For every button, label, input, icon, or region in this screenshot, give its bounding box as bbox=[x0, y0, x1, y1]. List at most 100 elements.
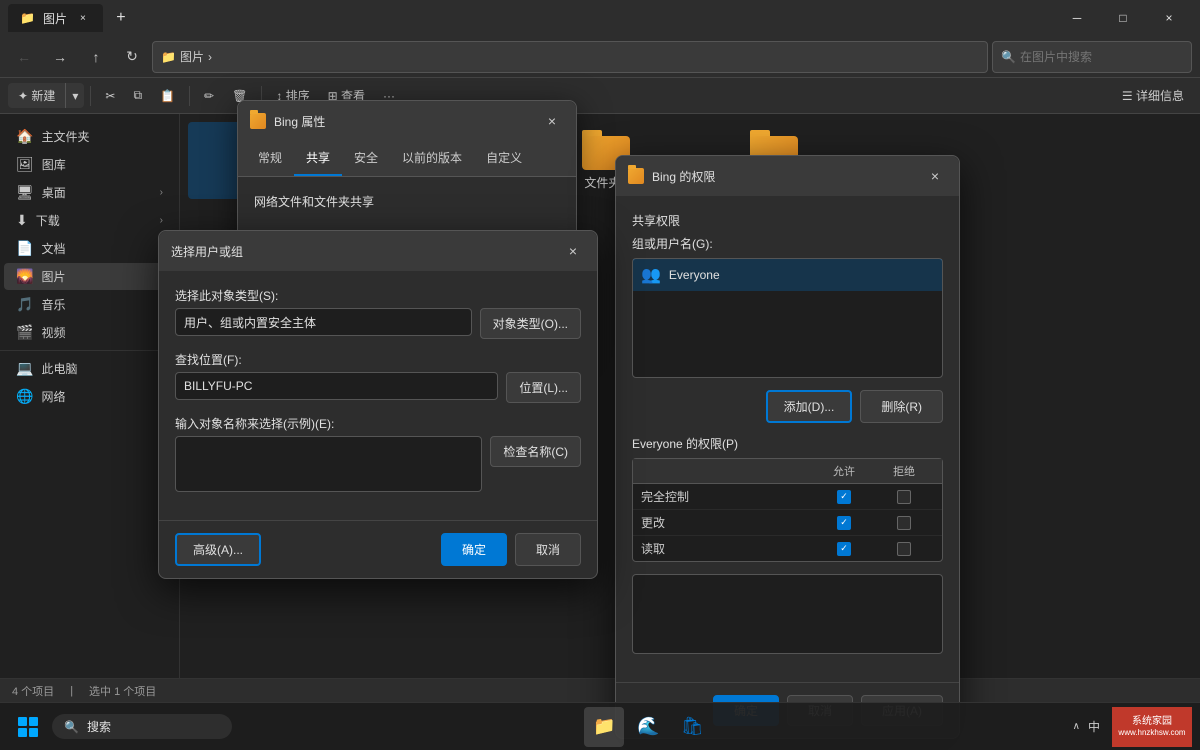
gallery-icon: 🖼 bbox=[16, 156, 34, 173]
cut-btn[interactable]: ✂ bbox=[97, 85, 123, 107]
dialog-bing-permissions: Bing 的权限 × 共享权限 组或用户名(G): 👥 Everyone 添加(… bbox=[615, 155, 960, 739]
perm-name-read: 读取 bbox=[641, 540, 814, 557]
perm-user-everyone[interactable]: 👥 Everyone bbox=[633, 259, 942, 291]
sidebar-item-documents[interactable]: 📄 文档 › bbox=[4, 235, 175, 262]
location-input[interactable] bbox=[175, 372, 498, 400]
advanced-btn[interactable]: 高级(A)... bbox=[175, 533, 261, 566]
start-btn[interactable] bbox=[8, 707, 48, 747]
check-name-btn[interactable]: 检查名称(C) bbox=[490, 436, 581, 467]
perm-full-allow-cell[interactable]: ✓ bbox=[814, 490, 874, 504]
sidebar-item-thispc[interactable]: 💻 此电脑 › bbox=[4, 355, 175, 382]
perm-full-deny-cell[interactable] bbox=[874, 490, 934, 504]
tab-general[interactable]: 常规 bbox=[246, 141, 294, 176]
tab-customize[interactable]: 自定义 bbox=[474, 141, 534, 176]
object-type-btn[interactable]: 对象类型(O)... bbox=[480, 308, 581, 339]
windows-icon bbox=[18, 717, 38, 737]
tray-chevron[interactable]: ∧ bbox=[1073, 721, 1080, 732]
perm-group-list[interactable]: 👥 Everyone bbox=[632, 258, 943, 378]
close-btn[interactable]: × bbox=[1146, 4, 1192, 32]
ribbon-sep-1 bbox=[90, 86, 91, 106]
tab-close-btn[interactable]: × bbox=[75, 10, 91, 26]
downloads-icon: ⬇ bbox=[16, 212, 28, 229]
sidebar-item-videos[interactable]: 🎬 视频 › bbox=[4, 319, 175, 346]
bing-prop-titlebar: Bing 属性 × bbox=[238, 101, 576, 141]
new-arrow-btn[interactable]: ▾ bbox=[66, 85, 84, 107]
perm-full-allow-checkbox[interactable]: ✓ bbox=[837, 490, 851, 504]
perm-empty-area bbox=[632, 574, 943, 654]
search-bar[interactable]: 🔍 bbox=[992, 41, 1192, 73]
taskbar-search-btn[interactable]: 🔍 搜索 bbox=[52, 714, 232, 739]
perm-read-deny-checkbox[interactable] bbox=[897, 542, 911, 556]
tab-share[interactable]: 共享 bbox=[294, 141, 342, 176]
tab-previous[interactable]: 以前的版本 bbox=[390, 141, 474, 176]
perm-change-allow-cell[interactable]: ✓ bbox=[814, 516, 874, 530]
nav-back-btn[interactable]: ← bbox=[8, 41, 40, 73]
status-count: 4 个项目 bbox=[12, 683, 54, 699]
bing-prop-title-icon bbox=[250, 113, 266, 129]
tab-pictures[interactable]: 📁 图片 × bbox=[8, 4, 103, 32]
perm-read-allow-checkbox[interactable]: ✓ bbox=[837, 542, 851, 556]
tab-security[interactable]: 安全 bbox=[342, 141, 390, 176]
perm-table: 允许 拒绝 完全控制 ✓ 更改 ✓ bbox=[632, 458, 943, 562]
sidebar-item-network[interactable]: 🌐 网络 › bbox=[4, 383, 175, 410]
select-user-content: 选择此对象类型(S): 对象类型(O)... 查找位置(F): 位置(L)...… bbox=[159, 271, 597, 520]
search-input[interactable] bbox=[1020, 50, 1183, 64]
select-user-cancel-btn[interactable]: 取消 bbox=[515, 533, 581, 566]
sidebar-item-home-label: 主文件夹 bbox=[41, 128, 89, 145]
address-bar[interactable]: 📁 图片 › bbox=[152, 41, 988, 73]
watermark-line1: 系统家园 bbox=[1118, 716, 1185, 728]
select-user-close-btn[interactable]: × bbox=[561, 239, 585, 263]
name-input[interactable] bbox=[175, 436, 482, 492]
sidebar-item-music[interactable]: 🎵 音乐 › bbox=[4, 291, 175, 318]
thispc-icon: 💻 bbox=[16, 360, 33, 377]
sidebar-item-downloads-label: 下载 bbox=[36, 212, 60, 229]
home-icon: 🏠 bbox=[16, 128, 33, 145]
user-group-icon: 👥 bbox=[641, 265, 661, 285]
perm-user-everyone-label: Everyone bbox=[669, 268, 720, 282]
location-label: 查找位置(F): bbox=[175, 351, 581, 368]
name-row: 检查名称(C) bbox=[175, 436, 581, 492]
new-tab-btn[interactable]: + bbox=[107, 4, 135, 32]
sidebar-item-desktop[interactable]: 🖥 桌面 › bbox=[4, 179, 175, 206]
perm-full-deny-checkbox[interactable] bbox=[897, 490, 911, 504]
cut-icon: ✂ bbox=[105, 89, 115, 103]
perm-titlebar: Bing 的权限 × bbox=[616, 156, 959, 196]
taskbar-store-btn[interactable]: 🛍 bbox=[672, 707, 712, 747]
new-main-btn[interactable]: ✦ 新建 bbox=[8, 83, 66, 108]
object-type-input[interactable] bbox=[175, 308, 472, 336]
perm-remove-btn[interactable]: 删除(R) bbox=[860, 390, 943, 423]
bing-prop-close-btn[interactable]: × bbox=[540, 109, 564, 133]
minimize-btn[interactable]: ─ bbox=[1054, 4, 1100, 32]
paste-btn[interactable]: 📋 bbox=[152, 85, 183, 107]
select-user-ok-btn[interactable]: 确定 bbox=[441, 533, 507, 566]
sidebar-item-home[interactable]: 🏠 主文件夹 bbox=[4, 123, 175, 150]
maximize-btn[interactable]: □ bbox=[1100, 4, 1146, 32]
sidebar-item-pictures[interactable]: 🌄 图片 › bbox=[4, 263, 175, 290]
perm-add-btn[interactable]: 添加(D)... bbox=[766, 390, 853, 423]
explorer-titlebar: 📁 图片 × + ─ □ × bbox=[0, 0, 1200, 36]
rename-btn[interactable]: ✏ bbox=[196, 85, 222, 107]
copy-btn[interactable]: ⧉ bbox=[125, 84, 150, 107]
name-label: 输入对象名称来选择(示例)(E): bbox=[175, 415, 581, 432]
perm-row-full-control: 完全控制 ✓ bbox=[633, 484, 942, 510]
location-btn[interactable]: 位置(L)... bbox=[506, 372, 581, 403]
sidebar-item-videos-label: 视频 bbox=[41, 324, 65, 341]
perm-change-deny-checkbox[interactable] bbox=[897, 516, 911, 530]
perm-change-allow-checkbox[interactable]: ✓ bbox=[837, 516, 851, 530]
network-icon: 🌐 bbox=[16, 388, 33, 405]
desktop-expand-icon: › bbox=[160, 187, 163, 198]
perm-change-deny-cell[interactable] bbox=[874, 516, 934, 530]
sidebar-item-downloads[interactable]: ⬇ 下载 › bbox=[4, 207, 175, 234]
perm-read-allow-cell[interactable]: ✓ bbox=[814, 542, 874, 556]
perm-everyone-label: Everyone 的权限(P) bbox=[632, 435, 943, 452]
sidebar-item-gallery[interactable]: 🖼 图库 bbox=[4, 151, 175, 178]
nav-forward-btn[interactable]: → bbox=[44, 41, 76, 73]
taskbar-explorer-btn[interactable]: 📁 bbox=[584, 707, 624, 747]
details-btn[interactable]: ☰ 详细信息 bbox=[1114, 83, 1192, 108]
nav-refresh-btn[interactable]: ↻ bbox=[116, 41, 148, 73]
taskbar-edge-btn[interactable]: 🌊 bbox=[628, 707, 668, 747]
perm-close-btn[interactable]: × bbox=[923, 164, 947, 188]
nav-up-btn[interactable]: ↑ bbox=[80, 41, 112, 73]
perm-read-deny-cell[interactable] bbox=[874, 542, 934, 556]
dialog-select-user: 选择用户或组 × 选择此对象类型(S): 对象类型(O)... 查找位置(F):… bbox=[158, 230, 598, 579]
